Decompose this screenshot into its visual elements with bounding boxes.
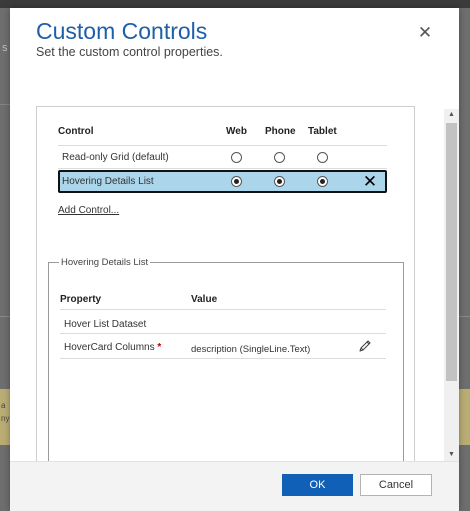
property-value: description (SingleLine.Text) <box>191 344 311 355</box>
web-radio[interactable] <box>231 176 242 187</box>
dialog-subtitle: Set the custom control properties. <box>36 45 223 59</box>
phone-radio[interactable] <box>274 152 285 163</box>
column-header-value: Value <box>191 294 218 305</box>
ok-button[interactable]: OK <box>282 474 353 496</box>
pencil-icon[interactable] <box>358 339 372 353</box>
tablet-radio[interactable] <box>317 176 328 187</box>
column-header-web: Web <box>226 126 247 137</box>
background-divider <box>0 104 10 105</box>
row-divider <box>60 358 386 359</box>
custom-controls-dialog: Custom Controls Set the custom control p… <box>10 8 459 511</box>
scrollbar-thumb[interactable] <box>446 123 457 381</box>
background-text: ny <box>1 414 10 423</box>
background-notification-right <box>459 389 470 445</box>
vertical-scrollbar[interactable]: ▲ ▼ <box>444 109 459 461</box>
fieldset-legend: Hovering Details List <box>59 257 151 268</box>
background-text: a <box>1 401 6 410</box>
row-divider <box>58 168 387 169</box>
property-name: HoverCard Columns * <box>64 342 161 353</box>
column-header-property: Property <box>60 294 102 305</box>
row-divider <box>60 333 386 334</box>
background-text: S <box>2 44 8 53</box>
background-app-header <box>0 0 470 8</box>
property-name-text: HoverCard Columns <box>64 342 155 353</box>
header-divider <box>60 309 386 310</box>
close-icon[interactable]: ✕ <box>415 23 435 43</box>
property-name: Hover List Dataset <box>64 319 147 330</box>
header-divider <box>58 145 387 146</box>
add-control-link[interactable]: Add Control... <box>58 205 119 216</box>
column-header-phone: Phone <box>265 126 296 137</box>
dialog-footer: OK Cancel <box>10 461 459 511</box>
properties-fieldset: Hovering Details List Property Value Hov… <box>48 257 404 461</box>
tablet-radio[interactable] <box>317 152 328 163</box>
cancel-button[interactable]: Cancel <box>360 474 432 496</box>
table-row-selected[interactable]: Hovering Details List ✕ <box>58 170 387 193</box>
remove-control-icon[interactable]: ✕ <box>362 173 378 191</box>
control-name: Hovering Details List <box>62 176 154 187</box>
column-header-control: Control <box>58 126 94 137</box>
required-marker: * <box>157 342 162 353</box>
background-divider <box>0 316 10 317</box>
control-name: Read-only Grid (default) <box>62 152 169 163</box>
background-divider <box>459 316 470 317</box>
scroll-down-icon[interactable]: ▼ <box>444 449 459 461</box>
dialog-scroll-area: Control Web Phone Tablet Read-only Grid … <box>10 78 459 461</box>
column-header-tablet: Tablet <box>308 126 337 137</box>
web-radio[interactable] <box>231 152 242 163</box>
controls-panel: Control Web Phone Tablet Read-only Grid … <box>36 106 415 461</box>
scroll-up-icon[interactable]: ▲ <box>444 109 459 121</box>
phone-radio[interactable] <box>274 176 285 187</box>
dialog-title: Custom Controls <box>36 18 208 44</box>
